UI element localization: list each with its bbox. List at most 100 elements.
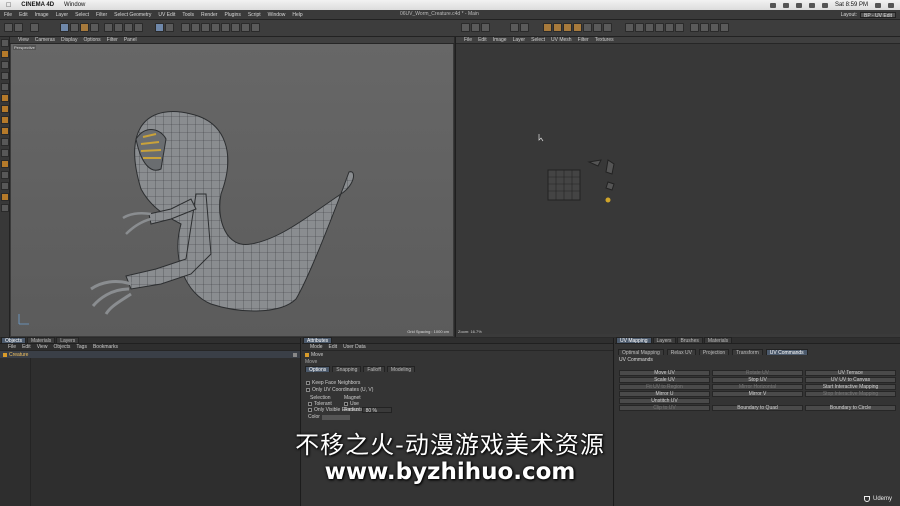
nurbs-icon[interactable] <box>201 23 210 32</box>
uv-toolbar-icon[interactable] <box>645 23 654 32</box>
select-icon[interactable] <box>30 23 39 32</box>
tab-relax-uv[interactable]: Relax UV <box>666 349 696 356</box>
stop-uv-button[interactable]: Stop UV <box>712 377 803 383</box>
menu-item[interactable]: Edit <box>19 12 28 18</box>
am-menu-item[interactable]: User Data <box>343 344 366 350</box>
unstitch-uv-button[interactable]: Unstitch UV <box>619 398 710 404</box>
uv-menu-item[interactable]: Layer <box>513 37 526 43</box>
tab-attributes[interactable]: Attributes <box>303 337 333 344</box>
move-tool-icon[interactable] <box>60 23 69 32</box>
redo-icon[interactable] <box>14 23 23 32</box>
model-mode-icon[interactable] <box>1 61 9 69</box>
array-icon[interactable] <box>211 23 220 32</box>
viewport-menu-item[interactable]: Display <box>61 37 77 43</box>
uv-menu-item[interactable]: File <box>464 37 472 43</box>
tab-objects[interactable]: Objects <box>1 337 26 344</box>
uv-to-canvas-button[interactable]: UV UV to Canvas <box>805 377 896 383</box>
status-icon[interactable] <box>782 2 789 8</box>
points-mode-icon[interactable] <box>1 94 9 102</box>
om-menu-item[interactable]: File <box>8 344 16 350</box>
polygons-mode-icon[interactable] <box>1 116 9 124</box>
uv-toolbar-icon[interactable] <box>710 23 719 32</box>
mirror-horizontal-button[interactable]: Mirror Horizontal <box>712 384 803 390</box>
tab-optimal-mapping[interactable]: Optimal Mapping <box>618 349 664 356</box>
uv-toolbar-icon[interactable] <box>625 23 634 32</box>
render-picture-icon[interactable] <box>165 23 174 32</box>
volume-icon[interactable] <box>821 2 828 8</box>
menu-item[interactable]: Layer <box>56 12 69 18</box>
viewport-menu-item[interactable]: Filter <box>107 37 118 43</box>
menu-item[interactable]: Render <box>201 12 217 18</box>
snap-icon[interactable] <box>1 171 9 179</box>
uv-canvas[interactable]: Zoom: 16.7% <box>456 44 900 334</box>
menu-item[interactable]: Plugins <box>224 12 240 18</box>
uv-toolbar-icon[interactable] <box>593 23 602 32</box>
radius-input[interactable]: 80 % <box>361 407 392 414</box>
tweak-mode-icon[interactable] <box>1 160 9 168</box>
uv-brush-icon[interactable] <box>573 23 582 32</box>
menu-item[interactable]: Filter <box>96 12 107 18</box>
mirror-u-button[interactable]: Mirror U <box>619 391 710 397</box>
uv-toolbar-icon[interactable] <box>635 23 644 32</box>
uv-terrace-button[interactable]: UV Terrace <box>805 370 896 376</box>
uv-island-piece[interactable] <box>605 159 615 175</box>
tab-snapping[interactable]: Snapping <box>332 366 362 373</box>
uv-toolbar-icon[interactable] <box>461 23 470 32</box>
menu-item[interactable]: Select <box>75 12 89 18</box>
uv-points-icon[interactable] <box>1 127 9 135</box>
color-field[interactable]: Color <box>308 414 350 420</box>
boundary-to-circle-button[interactable]: Boundary to Circle <box>805 405 896 411</box>
scale-tool-icon[interactable] <box>70 23 79 32</box>
object-row[interactable]: Creature <box>0 351 300 358</box>
color-swatch[interactable] <box>321 414 350 420</box>
om-menu-item[interactable]: Objects <box>53 344 70 350</box>
lock-workplane-icon[interactable] <box>1 182 9 190</box>
object-mode-icon[interactable] <box>1 72 9 80</box>
om-menu-item[interactable]: Bookmarks <box>93 344 118 350</box>
om-menu-item[interactable]: Tags <box>76 344 87 350</box>
texture-mode-icon[interactable] <box>1 50 9 58</box>
om-menu-item[interactable]: Edit <box>22 344 31 350</box>
uv-toolbar-icon[interactable] <box>720 23 729 32</box>
uv-toolbar-icon[interactable] <box>675 23 684 32</box>
checkbox[interactable] <box>308 402 312 406</box>
viewport-menu-item[interactable]: Panel <box>124 37 137 43</box>
uv-brush-icon[interactable] <box>543 23 552 32</box>
uv-toolbar-icon[interactable] <box>520 23 529 32</box>
floor-icon[interactable] <box>231 23 240 32</box>
uv-toolbar-icon[interactable] <box>510 23 519 32</box>
stop-interactive-mapping-button[interactable]: Stop Interactive Mapping <box>805 391 896 397</box>
cube-icon[interactable] <box>181 23 190 32</box>
checkbox[interactable] <box>344 402 348 406</box>
boundary-to-quad-button[interactable]: Boundary to Quad <box>712 405 803 411</box>
apple-icon[interactable]:  <box>6 2 11 9</box>
menu-item[interactable]: Window <box>268 12 286 18</box>
sculpt-icon[interactable] <box>1 204 9 212</box>
uv-island-piece[interactable] <box>587 159 602 167</box>
only-uv-option[interactable]: Only UV Coordinates (U, V) <box>306 387 373 393</box>
tab-uv-mapping[interactable]: UV Mapping <box>616 337 652 344</box>
viewport-canvas[interactable]: Perspective Grid Spacing : 1000 cm <box>11 44 453 336</box>
uv-polygons-icon[interactable] <box>1 138 9 146</box>
app-name-menu[interactable]: CINEMA 4D <box>21 2 54 8</box>
y-axis-icon[interactable] <box>114 23 123 32</box>
am-menu-item[interactable]: Mode <box>310 344 323 350</box>
uv-toolbar-icon[interactable] <box>665 23 674 32</box>
edges-mode-icon[interactable] <box>1 105 9 113</box>
uv-toolbar-icon[interactable] <box>583 23 592 32</box>
planar-workplane-icon[interactable] <box>1 193 9 201</box>
uv-menu-item[interactable]: UV Mesh <box>551 37 572 43</box>
tab-options[interactable]: Options <box>305 366 331 373</box>
uv-island-piece[interactable] <box>605 181 615 191</box>
uv-toolbar-icon[interactable] <box>481 23 490 32</box>
uv-menu-item[interactable]: Textures <box>595 37 614 43</box>
scale-uv-button[interactable]: Scale UV <box>619 377 710 383</box>
tab-brushes[interactable]: Brushes <box>676 337 703 344</box>
workplane-icon[interactable] <box>1 83 9 91</box>
menu-item[interactable]: Script <box>248 12 261 18</box>
tab-modeling[interactable]: Modeling <box>386 366 416 373</box>
uv-toolbar-icon[interactable] <box>690 23 699 32</box>
tab-falloff[interactable]: Falloff <box>363 366 385 373</box>
uv-menu-item[interactable]: Edit <box>478 37 487 43</box>
tab-projection[interactable]: Projection <box>698 349 730 356</box>
